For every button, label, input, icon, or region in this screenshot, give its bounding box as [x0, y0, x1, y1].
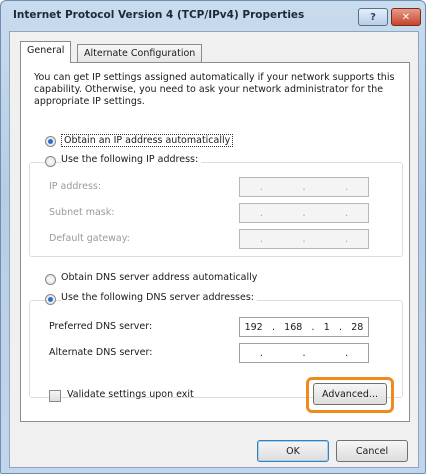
- ip-address-field[interactable]: ...: [239, 177, 369, 197]
- use-following-ip-radio[interactable]: [45, 156, 56, 167]
- octet-dot: .: [339, 321, 343, 333]
- subnet-mask-field[interactable]: ...: [239, 203, 369, 223]
- dialog-window: Internet Protocol Version 4 (TCP/IPv4) P…: [0, 0, 426, 474]
- octet-dot: .: [302, 181, 306, 193]
- window-title: Internet Protocol Version 4 (TCP/IPv4) P…: [13, 9, 305, 21]
- octet-1: 192: [244, 321, 263, 333]
- general-tab-panel: You can get IP settings assigned automat…: [20, 62, 410, 422]
- octet-2: 168: [284, 321, 303, 333]
- close-icon: ✕: [401, 11, 411, 23]
- obtain-dns-auto-label[interactable]: Obtain DNS server address automatically: [61, 272, 257, 283]
- obtain-ip-auto-radio[interactable]: [45, 136, 56, 147]
- ok-button[interactable]: OK: [257, 440, 329, 462]
- octet-dot: .: [302, 233, 306, 245]
- alternate-dns-field[interactable]: ...: [239, 343, 369, 363]
- octet-dot: .: [345, 233, 349, 245]
- help-icon: ?: [370, 11, 376, 23]
- subnet-mask-label: Subnet mask:: [49, 207, 115, 218]
- close-button[interactable]: ✕: [391, 8, 421, 26]
- octet-dot: .: [259, 181, 263, 193]
- dialog-client-area: General Alternate Configuration You can …: [9, 31, 419, 468]
- use-following-ip-label[interactable]: Use the following IP address:: [61, 154, 202, 165]
- tab-alternate-configuration[interactable]: Alternate Configuration: [77, 44, 203, 64]
- help-button[interactable]: ?: [358, 8, 388, 26]
- preferred-dns-field[interactable]: 192. 168. 1. 28: [239, 317, 369, 337]
- validate-settings-checkbox[interactable]: [49, 390, 61, 402]
- advanced-button[interactable]: Advanced...: [313, 383, 387, 405]
- octet-dot: .: [345, 181, 349, 193]
- octet-dot: .: [345, 347, 349, 359]
- obtain-dns-auto-radio[interactable]: [45, 274, 56, 285]
- octet-dot: .: [259, 347, 263, 359]
- alternate-dns-label: Alternate DNS server:: [49, 347, 153, 358]
- octet-dot: .: [345, 207, 349, 219]
- info-text: You can get IP settings assigned automat…: [34, 72, 395, 107]
- octet-3: 1: [323, 321, 330, 333]
- default-gateway-label: Default gateway:: [49, 233, 130, 244]
- octet-dot: .: [302, 347, 306, 359]
- octet-dot: .: [259, 207, 263, 219]
- default-gateway-field[interactable]: ...: [239, 229, 369, 249]
- use-following-dns-radio[interactable]: [45, 294, 56, 305]
- obtain-ip-auto-label[interactable]: Obtain an IP address automatically: [61, 134, 234, 147]
- cancel-button[interactable]: Cancel: [336, 440, 408, 462]
- octet-dot: .: [302, 207, 306, 219]
- title-bar[interactable]: Internet Protocol Version 4 (TCP/IPv4) P…: [1, 1, 425, 31]
- use-following-dns-label[interactable]: Use the following DNS server addresses:: [61, 292, 257, 303]
- tab-general[interactable]: General: [20, 41, 72, 63]
- octet-dot: .: [259, 233, 263, 245]
- validate-settings-label[interactable]: Validate settings upon exit: [67, 389, 194, 400]
- octet-4: 28: [351, 321, 364, 333]
- octet-dot: .: [311, 321, 315, 333]
- octet-dot: .: [271, 321, 275, 333]
- ip-address-label: IP address:: [49, 181, 102, 192]
- preferred-dns-label: Preferred DNS server:: [49, 321, 153, 332]
